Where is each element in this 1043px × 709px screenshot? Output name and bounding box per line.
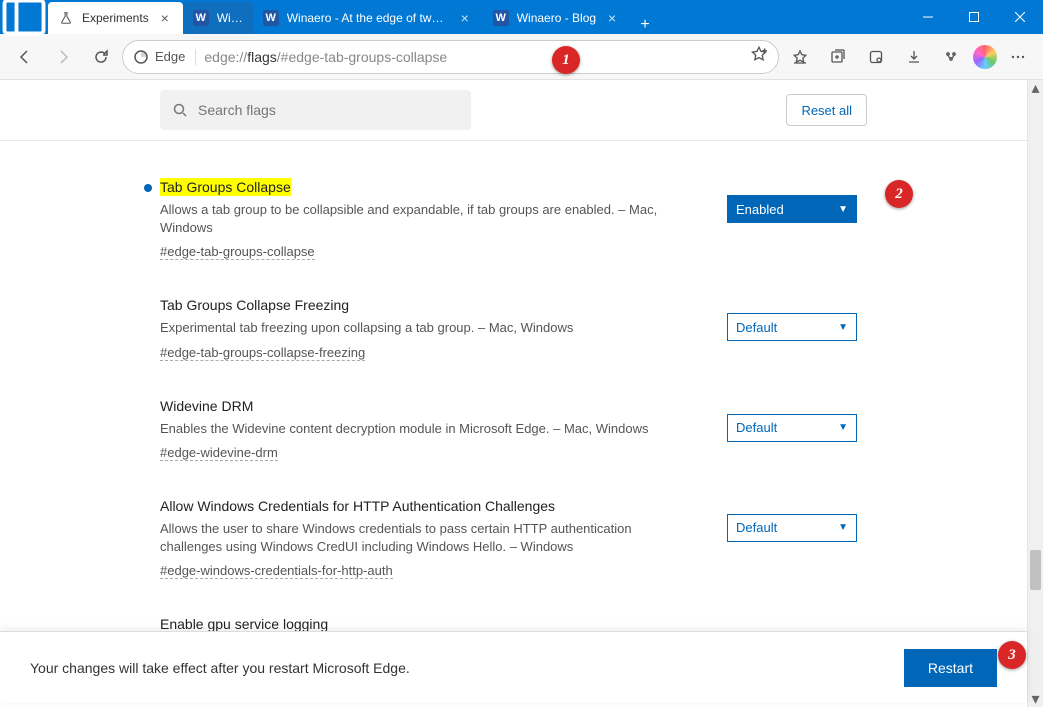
flag-select[interactable]: Default ▼	[727, 313, 857, 341]
tab-label: Winaero - At the edge of tweak	[287, 11, 449, 25]
downloads-button[interactable]	[897, 40, 931, 74]
tab-winaero-3[interactable]: W Winaero - Blog ×	[483, 2, 630, 34]
flag-title: Widevine DRM	[160, 398, 687, 414]
flag-select[interactable]: Enabled ▼	[727, 195, 857, 223]
close-icon[interactable]: ×	[604, 10, 620, 26]
search-input[interactable]	[198, 102, 459, 118]
extensions-button[interactable]	[859, 40, 893, 74]
flag-control: Default ▼	[727, 297, 867, 361]
flask-icon	[58, 10, 74, 26]
scroll-down-icon[interactable]: ▾	[1028, 691, 1043, 707]
apps-button[interactable]	[935, 40, 969, 74]
titlebar: Experiments × W Winaero W Winaero - At t…	[0, 0, 1043, 34]
favorite-icon[interactable]	[750, 45, 768, 68]
flag-row: Allow Windows Credentials for HTTP Authe…	[160, 480, 867, 598]
flag-info: Tab Groups Collapse Allows a tab group to…	[160, 179, 687, 261]
flag-anchor-link[interactable]: #edge-tab-groups-collapse	[160, 244, 315, 260]
flag-select[interactable]: Default ▼	[727, 414, 857, 442]
flag-row: Tab Groups Collapse Allows a tab group to…	[160, 161, 867, 279]
flag-title: Tab Groups Collapse Freezing	[160, 297, 687, 313]
annotation-1: 1	[552, 46, 580, 74]
winaero-favicon: W	[493, 10, 509, 26]
flag-select[interactable]: Default ▼	[727, 514, 857, 542]
edge-label: Edge	[155, 49, 185, 64]
address-bar[interactable]: Edge edge://flags/#edge-tab-groups-colla…	[122, 40, 779, 74]
close-icon[interactable]: ×	[157, 10, 173, 26]
chevron-down-icon: ▼	[838, 422, 848, 433]
flag-description: Allows a tab group to be collapsible and…	[160, 201, 687, 237]
window-close-button[interactable]	[997, 0, 1043, 34]
modified-dot-icon	[144, 184, 152, 192]
winaero-favicon: W	[193, 10, 209, 26]
flag-description: Experimental tab freezing upon collapsin…	[160, 319, 687, 337]
toolbar: Edge edge://flags/#edge-tab-groups-colla…	[0, 34, 1043, 80]
tab-label: Winaero - Blog	[517, 11, 596, 25]
restart-bar: Your changes will take effect after you …	[0, 631, 1027, 703]
restart-message: Your changes will take effect after you …	[30, 660, 410, 676]
tab-label: Winaero	[217, 11, 243, 25]
forward-button[interactable]	[46, 40, 80, 74]
edge-icon	[133, 49, 149, 65]
chevron-down-icon: ▼	[838, 322, 848, 333]
vertical-scrollbar[interactable]: ▴ ▾	[1027, 80, 1043, 707]
page-content: Reset all Tab Groups Collapse Allows a ta…	[0, 80, 1027, 707]
flag-title: Tab Groups Collapse	[160, 179, 687, 195]
scroll-up-icon[interactable]: ▴	[1028, 80, 1043, 96]
flag-title: Allow Windows Credentials for HTTP Authe…	[160, 498, 687, 514]
new-tab-button[interactable]: +	[630, 16, 660, 34]
flags-list: Tab Groups Collapse Allows a tab group to…	[0, 141, 1027, 680]
maximize-button[interactable]	[951, 0, 997, 34]
flag-control: Default ▼	[727, 398, 867, 462]
annotation-2: 2	[885, 180, 913, 208]
tab-strip: Experiments × W Winaero W Winaero - At t…	[48, 0, 905, 34]
annotation-3: 3	[998, 641, 1026, 669]
menu-button[interactable]	[1001, 40, 1035, 74]
flag-control: Enabled ▼	[727, 179, 867, 261]
flag-info: Allow Windows Credentials for HTTP Authe…	[160, 498, 687, 580]
tab-winaero-1[interactable]: W Winaero	[183, 2, 253, 34]
flag-anchor-link[interactable]: #edge-widevine-drm	[160, 445, 278, 461]
flag-title: Enable gpu service logging	[160, 616, 687, 632]
flag-info: Tab Groups Collapse Freezing Experimental…	[160, 297, 687, 361]
flag-anchor-link[interactable]: #edge-windows-credentials-for-http-auth	[160, 563, 393, 579]
flag-description: Allows the user to share Windows credent…	[160, 520, 687, 556]
collections-button[interactable]	[821, 40, 855, 74]
url-text: edge://flags/#edge-tab-groups-collapse	[204, 49, 742, 65]
flag-value: Default	[736, 520, 777, 535]
winaero-favicon: W	[263, 10, 279, 26]
tab-actions-icon[interactable]	[0, 0, 48, 34]
tab-label: Experiments	[82, 11, 149, 25]
close-icon[interactable]: ×	[457, 10, 473, 26]
favorites-button[interactable]	[783, 40, 817, 74]
tab-experiments[interactable]: Experiments ×	[48, 2, 183, 34]
flag-description: Enables the Widevine content decryption …	[160, 420, 687, 438]
flags-header: Reset all	[0, 80, 1027, 141]
flag-info: Widevine DRM Enables the Widevine content…	[160, 398, 687, 462]
edge-chip: Edge	[133, 49, 196, 65]
flag-row: Widevine DRM Enables the Widevine content…	[160, 380, 867, 480]
search-flags-box[interactable]	[160, 90, 471, 130]
reset-all-button[interactable]: Reset all	[786, 94, 867, 126]
flag-value: Default	[736, 320, 777, 335]
reload-button[interactable]	[84, 40, 118, 74]
restart-button[interactable]: Restart	[904, 649, 997, 687]
flag-control: Default ▼	[727, 498, 867, 580]
tab-winaero-2[interactable]: W Winaero - At the edge of tweak ×	[253, 2, 483, 34]
search-icon	[172, 102, 188, 118]
chevron-down-icon: ▼	[838, 204, 848, 215]
scrollbar-thumb[interactable]	[1030, 550, 1041, 590]
flag-value: Enabled	[736, 202, 784, 217]
flag-anchor-link[interactable]: #edge-tab-groups-collapse-freezing	[160, 345, 365, 361]
flag-value: Default	[736, 420, 777, 435]
back-button[interactable]	[8, 40, 42, 74]
flag-row: Tab Groups Collapse Freezing Experimental…	[160, 279, 867, 379]
chevron-down-icon: ▼	[838, 522, 848, 533]
window-controls	[905, 0, 1043, 34]
profile-avatar[interactable]	[973, 45, 997, 69]
minimize-button[interactable]	[905, 0, 951, 34]
